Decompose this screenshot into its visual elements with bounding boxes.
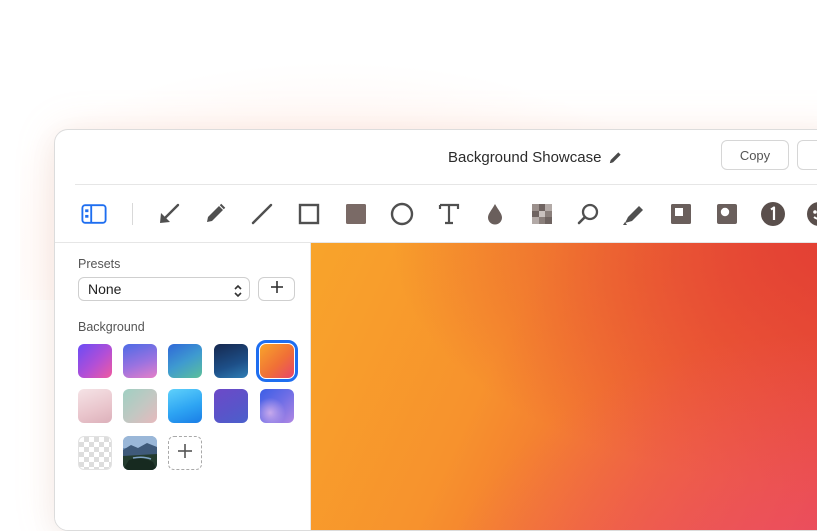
rectangle-icon[interactable] — [296, 201, 322, 227]
toolbar-divider — [132, 203, 133, 225]
spotlight-square-icon[interactable] — [668, 201, 694, 227]
counter-icon[interactable] — [760, 201, 786, 227]
swatch-blue-violet-mesh[interactable] — [260, 389, 294, 423]
copy-button[interactable]: Copy — [721, 140, 789, 170]
swatch-transparent[interactable] — [78, 436, 112, 470]
app-window: Background Showcase Copy Presets None Ba… — [54, 129, 817, 531]
add-preset-button[interactable] — [258, 277, 295, 301]
swatch-blue-teal[interactable] — [168, 344, 202, 378]
plus-icon — [177, 443, 193, 464]
filled-rectangle-icon[interactable] — [343, 201, 369, 227]
ellipse-icon[interactable] — [389, 201, 415, 227]
copy-button-label: Copy — [739, 147, 771, 163]
pixelate-icon[interactable] — [529, 201, 555, 227]
background-label: Background — [78, 320, 145, 334]
edit-pencil-icon[interactable] — [608, 150, 623, 165]
swatch-indigo[interactable] — [214, 389, 248, 423]
swatch-pale-pink[interactable] — [78, 389, 112, 423]
title-bar: Background Showcase Copy — [75, 130, 817, 185]
text-icon[interactable] — [436, 201, 462, 227]
chevron-up-down-icon — [233, 282, 243, 304]
preset-select[interactable]: None — [78, 277, 250, 301]
document-title-text: Background Showcase — [448, 149, 602, 166]
presets-label: Presets — [78, 257, 121, 271]
pencil-icon[interactable] — [202, 201, 228, 227]
canvas-preview[interactable] — [311, 243, 817, 530]
arrow-icon[interactable] — [156, 201, 182, 227]
document-title[interactable]: Background Showcase — [448, 149, 623, 166]
add-custom-background-button[interactable] — [168, 436, 202, 470]
swatch-sky-blue[interactable] — [168, 389, 202, 423]
line-icon[interactable] — [249, 201, 275, 227]
spotlight-circle-icon[interactable] — [714, 201, 740, 227]
tool-bar — [55, 185, 817, 243]
swatch-deep-navy[interactable] — [214, 344, 248, 378]
highlighter-icon[interactable] — [621, 201, 647, 227]
blur-drop-icon[interactable] — [482, 201, 508, 227]
settings-sidebar: Presets None Background — [55, 243, 311, 530]
swatch-sage-pink[interactable] — [123, 389, 157, 423]
preset-select-value: None — [88, 281, 122, 297]
emoji-icon[interactable] — [806, 201, 817, 227]
magnify-icon[interactable] — [575, 201, 601, 227]
plus-icon — [270, 280, 284, 299]
swatch-landscape-photo[interactable] — [123, 436, 157, 470]
sidebar-toggle-icon[interactable] — [81, 201, 107, 227]
swatch-orange-pink[interactable] — [256, 340, 298, 382]
swatch-purple-pink[interactable] — [78, 344, 112, 378]
save-button[interactable] — [797, 140, 817, 170]
swatch-blue-violet[interactable] — [123, 344, 157, 378]
